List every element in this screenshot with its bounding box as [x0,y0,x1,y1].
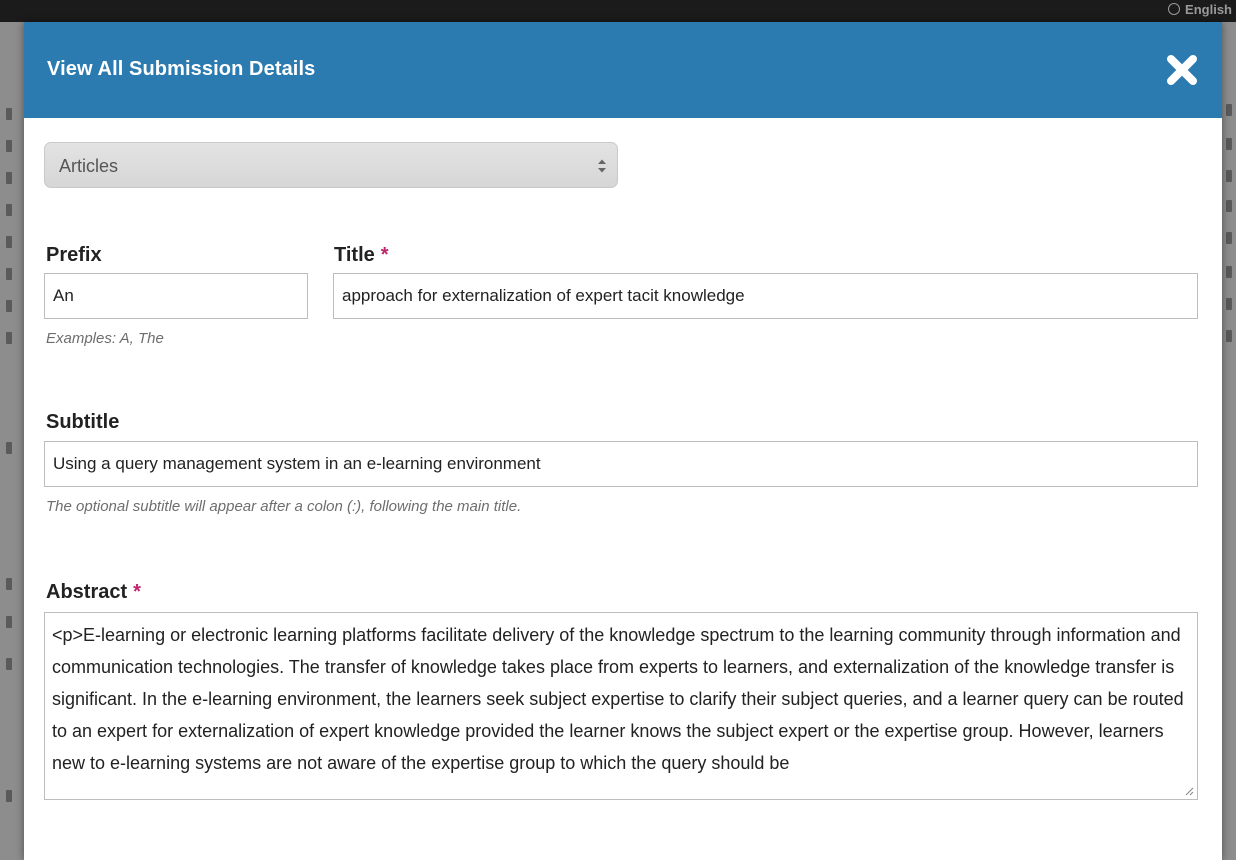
background-text-fragment [6,236,12,248]
background-text-fragment [6,658,12,670]
background-text-fragment [6,268,12,280]
prefix-hint: Examples: A, The [46,330,164,347]
subtitle-input-value: Using a query management system in an e-… [53,454,541,473]
required-marker: * [133,581,141,603]
close-button[interactable] [1164,52,1200,88]
abstract-textarea-value: <p>E-learning or electronic learning pla… [52,625,1184,773]
background-text-fragment [1226,298,1232,310]
subtitle-input[interactable]: Using a query management system in an e-… [44,441,1198,487]
background-text-fragment [6,616,12,628]
title-label-text: Title [334,244,375,266]
globe-icon [1168,3,1181,15]
abstract-label-text: Abstract [46,581,128,603]
background-right-edge [1222,22,1236,860]
title-input-value: approach for externalization of expert t… [342,286,745,305]
background-topbar: English [0,0,1236,22]
background-text-fragment [1226,266,1232,278]
subtitle-label-text: Subtitle [46,411,120,433]
title-input[interactable]: approach for externalization of expert t… [333,273,1198,319]
required-marker: * [380,244,389,266]
background-text-fragment [1226,232,1232,244]
resize-grip-icon[interactable] [1184,786,1194,796]
language-switcher: English [1168,2,1232,17]
background-text-fragment [1226,138,1232,150]
background-text-fragment [1226,170,1232,182]
background-text-fragment [6,108,12,120]
background-text-fragment [6,140,12,152]
section-select-value: Articles [59,156,119,176]
language-label: English [1185,2,1232,17]
background-text-fragment [1226,330,1232,342]
prefix-label: Prefix [46,244,102,267]
section-select[interactable]: Articles [44,142,618,188]
background-left-edge [0,22,24,860]
modal-title: View All Submission Details [47,58,316,80]
subtitle-hint: The optional subtitle will appear after … [46,498,522,515]
background-text-fragment [6,790,12,802]
background-text-fragment [6,300,12,312]
background-text-fragment [6,332,12,344]
background-text-fragment [6,204,12,216]
title-label: Title * [334,244,389,267]
subtitle-label: Subtitle [46,411,119,434]
background-text-fragment [1226,200,1232,212]
background-text-fragment [6,442,12,454]
prefix-input[interactable]: An [44,273,308,319]
prefix-label-text: Prefix [46,244,102,266]
submission-details-modal: View All Submission Details Articles Pre… [24,22,1222,860]
updown-chevron-icon [598,159,606,173]
prefix-input-value: An [53,286,74,305]
background-text-fragment [6,578,12,590]
background-text-fragment [1226,104,1232,116]
background-text-fragment [6,172,12,184]
modal-header: View All Submission Details [24,22,1222,118]
abstract-label: Abstract * [46,581,141,604]
close-x-icon [1167,55,1197,85]
abstract-textarea[interactable]: <p>E-learning or electronic learning pla… [44,612,1198,800]
